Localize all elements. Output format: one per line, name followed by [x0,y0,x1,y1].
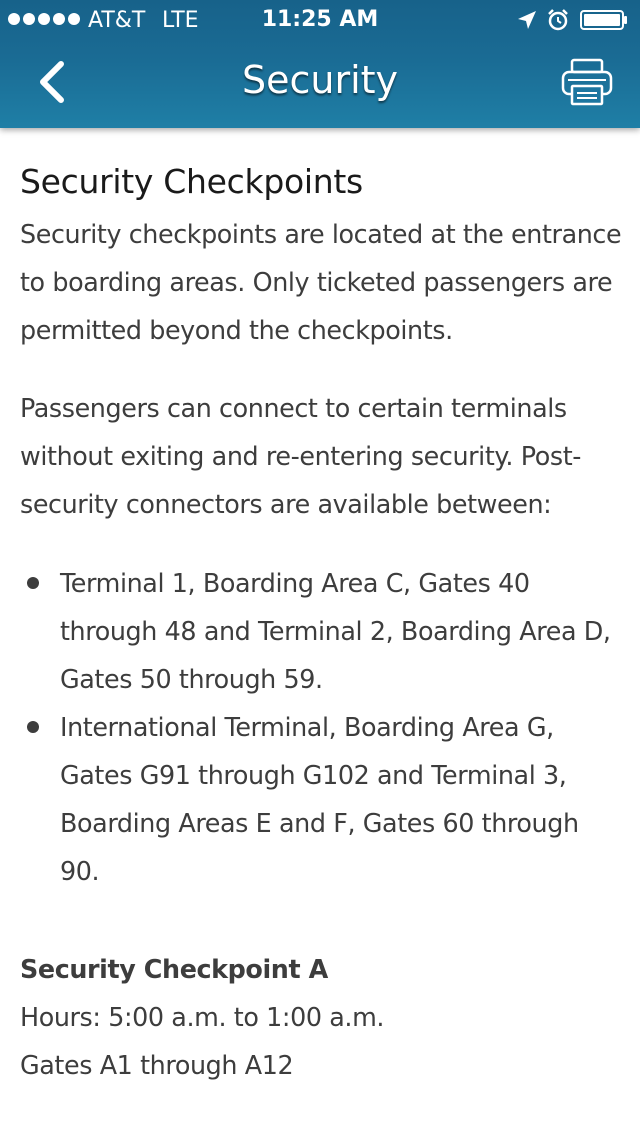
list-item: Terminal 1, Boarding Area C, Gates 40 th… [20,559,624,703]
connectors-intro-paragraph: Passengers can connect to certain termin… [20,393,582,519]
header: AT&T LTE 11:25 AM Security [0,0,640,128]
list-item: International Terminal, Boarding Area G,… [20,703,624,895]
checkpoint-gates: Gates A1 through A12 [20,1050,294,1080]
bullet-icon [27,721,39,733]
checkpoint-hours: Hours: 5:00 a.m. to 1:00 a.m. [20,1002,385,1032]
security-content: Security Checkpoints Security checkpoint… [20,128,624,1089]
alarm-clock-icon [548,9,568,31]
location-arrow-icon [518,11,536,29]
print-button[interactable] [560,56,614,110]
checkpoint-title: Security Checkpoint A [20,954,328,984]
list-item-text: International Terminal, Boarding Area G,… [60,712,579,886]
section-heading: Security Checkpoints [20,162,363,201]
list-item-text: Terminal 1, Boarding Area C, Gates 40 th… [60,568,611,694]
battery-icon [580,10,627,30]
navigation-bar: Security [0,40,640,128]
app-screen: AT&T LTE 11:25 AM Security Security Chec… [0,0,640,1136]
chevron-left-icon [40,61,64,103]
page-title: Security [241,58,399,102]
back-button[interactable] [22,52,82,112]
status-bar: AT&T LTE 11:25 AM [0,0,640,40]
printer-icon [561,58,613,106]
bullet-icon [27,577,39,589]
checkpoint-intro-paragraph: Security checkpoints are located at the … [20,219,622,345]
status-time: 11:25 AM [261,7,379,32]
connector-list: Terminal 1, Boarding Area C, Gates 40 th… [20,559,624,895]
